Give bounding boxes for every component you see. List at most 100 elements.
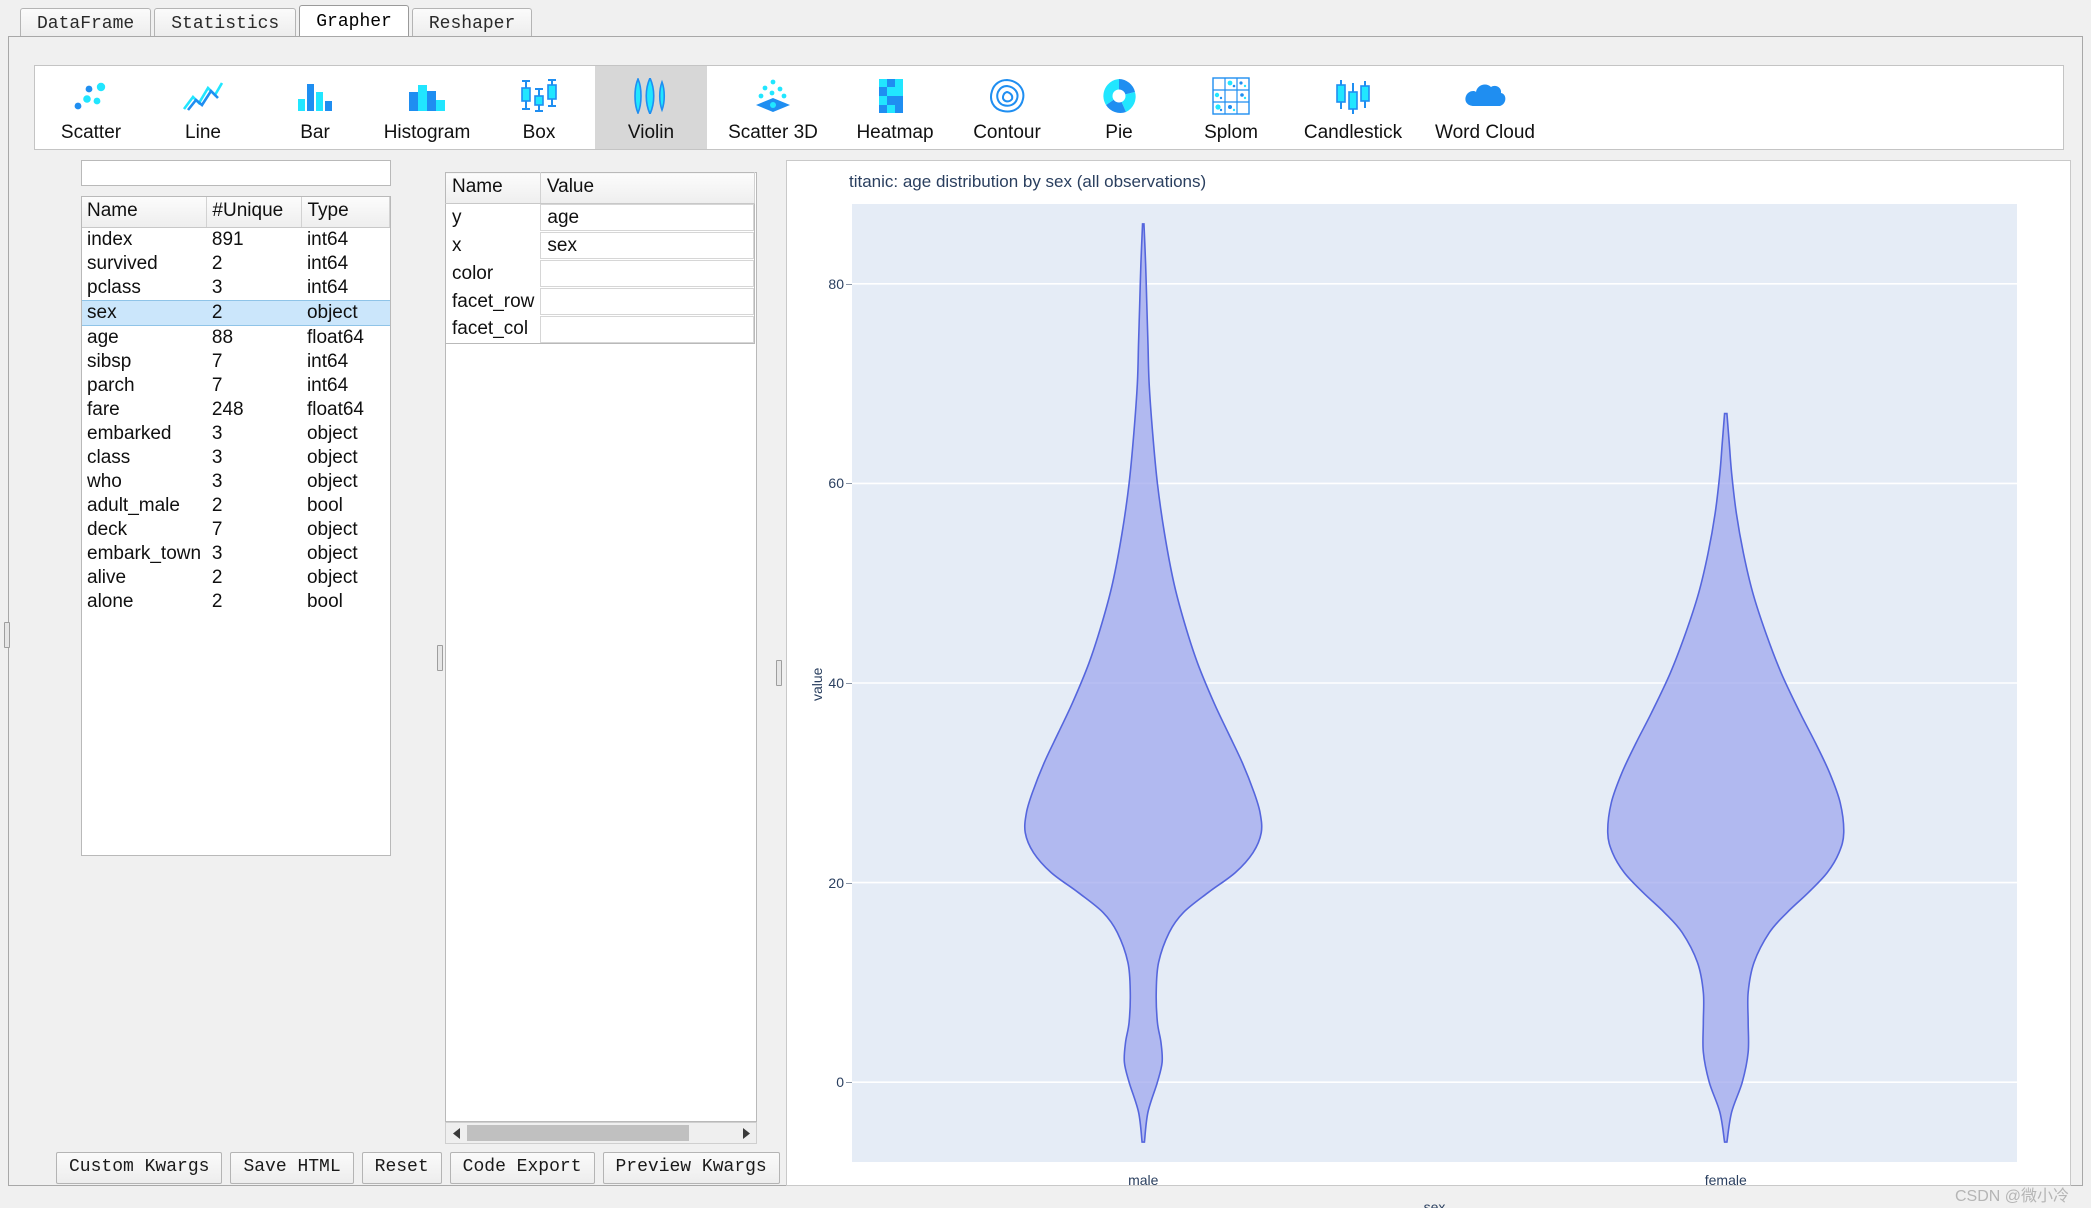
- table-row[interactable]: class 3 object: [82, 446, 390, 470]
- chart-type-line[interactable]: Line: [147, 66, 259, 149]
- violin-icon: [625, 74, 677, 118]
- scatter-icon: [65, 74, 117, 118]
- chart-type-label: Contour: [973, 122, 1041, 143]
- table-row[interactable]: who 3 object: [82, 470, 390, 494]
- cell-name: embarked: [87, 423, 172, 444]
- cell-type: object: [306, 543, 358, 564]
- cell-name: alive: [87, 567, 127, 588]
- plot-area[interactable]: [852, 204, 2017, 1162]
- table-row[interactable]: fare 248 float64: [82, 398, 390, 422]
- cell-type: int64: [306, 253, 349, 274]
- chart-type-candlestick[interactable]: Candlestick: [1287, 66, 1419, 149]
- kwargs-name-facet-row: facet_row: [452, 290, 535, 312]
- splitter-grip-left[interactable]: [4, 622, 10, 648]
- table-row[interactable]: alone 2 bool: [82, 590, 390, 614]
- code-export-button[interactable]: Code Export: [449, 1152, 595, 1184]
- kwargs-horizontal-scrollbar[interactable]: [445, 1122, 757, 1144]
- cell-type: float64: [306, 327, 364, 348]
- cell-name: survived: [87, 253, 158, 274]
- column-header-name[interactable]: Name: [82, 197, 208, 228]
- cell-type: int64: [306, 351, 349, 372]
- chart-type-splom[interactable]: Splom: [1175, 66, 1287, 149]
- table-row[interactable]: age 88 float64: [82, 326, 390, 351]
- scroll-right-arrow-icon[interactable]: [736, 1123, 756, 1143]
- chart-type-scatter[interactable]: Scatter: [35, 66, 147, 149]
- plot-panel: titanic: age distribution by sex (all ob…: [786, 160, 2071, 1208]
- reset-button[interactable]: Reset: [361, 1152, 442, 1184]
- table-row[interactable]: pclass 3 int64: [82, 276, 390, 301]
- kwargs-value-facet-col[interactable]: [540, 315, 754, 343]
- table-row-selected[interactable]: sex 2 object: [82, 300, 390, 326]
- table-row[interactable]: embark_town 3 object: [82, 542, 390, 566]
- cell-unique: 3: [211, 423, 223, 444]
- table-row[interactable]: adult_male 2 bool: [82, 494, 390, 518]
- column-header-type[interactable]: Type: [301, 197, 390, 228]
- chart-type-label: Line: [185, 122, 221, 143]
- kwargs-value-facet-row[interactable]: [540, 288, 754, 315]
- cell-type: bool: [306, 591, 343, 612]
- cell-unique: 2: [211, 495, 223, 516]
- chart-type-label: Violin: [627, 122, 675, 143]
- splitter-grip-middle[interactable]: [437, 645, 443, 671]
- kwargs-panel: Name Value y x color facet_row: [445, 172, 756, 344]
- table-row[interactable]: parch 7 int64: [82, 374, 390, 398]
- kwargs-name-facet-col: facet_col: [452, 318, 529, 340]
- cell-name: fare: [87, 399, 120, 420]
- chart-type-contour[interactable]: Contour: [951, 66, 1063, 149]
- chart-type-label: Pie: [1105, 122, 1133, 143]
- candlestick-icon: [1327, 74, 1379, 118]
- chart-type-word-cloud[interactable]: Word Cloud: [1419, 66, 1551, 149]
- cell-name: alone: [87, 591, 134, 612]
- cell-name: class: [87, 447, 131, 468]
- scroll-left-arrow-icon[interactable]: [446, 1123, 466, 1143]
- kwargs-value-color[interactable]: [540, 260, 754, 287]
- cell-unique: 88: [211, 327, 234, 348]
- kwargs-table[interactable]: Name Value y x color facet_row: [445, 172, 756, 344]
- contour-icon: [981, 74, 1033, 118]
- table-row[interactable]: index 891 int64: [82, 228, 390, 253]
- table-row[interactable]: sibsp 7 int64: [82, 350, 390, 374]
- scrollbar-track[interactable]: [466, 1123, 736, 1143]
- cell-type: object: [301, 300, 390, 326]
- kwargs-value-y[interactable]: [540, 204, 754, 232]
- column-header-unique[interactable]: #Unique: [206, 197, 303, 228]
- y-axis-title: value: [809, 667, 825, 701]
- chart-type-pie[interactable]: Pie: [1063, 66, 1175, 149]
- columns-panel: Name #Unique Type index 891 int64 survived…: [18, 160, 408, 1150]
- tab-reshaper[interactable]: Reshaper: [411, 8, 533, 38]
- splitter-grip-right[interactable]: [776, 660, 782, 686]
- chart-type-violin[interactable]: Violin: [595, 66, 707, 149]
- bar-icon: [289, 74, 341, 118]
- preview-kwargs-button[interactable]: Preview Kwargs: [602, 1152, 780, 1184]
- save-html-button[interactable]: Save HTML: [230, 1152, 354, 1184]
- violin-shape-female[interactable]: [1606, 412, 1845, 1143]
- tab-statistics[interactable]: Statistics: [154, 8, 297, 38]
- column-search-input[interactable]: [81, 160, 391, 186]
- cell-type: object: [306, 471, 358, 492]
- custom-kwargs-button[interactable]: Custom Kwargs: [56, 1152, 223, 1184]
- columns-table[interactable]: Name #Unique Type index 891 int64 survived…: [81, 196, 391, 856]
- table-row[interactable]: embarked 3 object: [82, 422, 390, 446]
- kwargs-header-name[interactable]: Name: [445, 172, 541, 204]
- chart-type-scatter-3d[interactable]: Scatter 3D: [707, 66, 839, 149]
- kwargs-value-x[interactable]: [540, 232, 754, 259]
- cell-name: parch: [87, 375, 135, 396]
- cell-type: int64: [306, 229, 349, 250]
- chart-type-box[interactable]: Box: [483, 66, 595, 149]
- kwargs-row-facet-row: facet_row: [446, 288, 755, 316]
- kwargs-header-value[interactable]: Value: [540, 172, 756, 204]
- scrollbar-thumb[interactable]: [467, 1125, 690, 1141]
- tab-dataframe[interactable]: DataFrame: [20, 8, 152, 38]
- tab-label: Grapher: [316, 12, 392, 32]
- chart-type-histogram[interactable]: Histogram: [371, 66, 483, 149]
- y-axis-tick-label: 0: [836, 1074, 844, 1091]
- table-row[interactable]: deck 7 object: [82, 518, 390, 542]
- cell-name: index: [87, 229, 133, 250]
- chart-type-bar[interactable]: Bar: [259, 66, 371, 149]
- chart-type-heatmap[interactable]: Heatmap: [839, 66, 951, 149]
- table-row[interactable]: survived 2 int64: [82, 252, 390, 276]
- table-row[interactable]: alive 2 object: [82, 566, 390, 590]
- action-button-row: Custom Kwargs Save HTML Reset Code Expor…: [56, 1152, 879, 1184]
- tab-grapher[interactable]: Grapher: [299, 5, 409, 38]
- cell-name: embark_town: [87, 543, 202, 564]
